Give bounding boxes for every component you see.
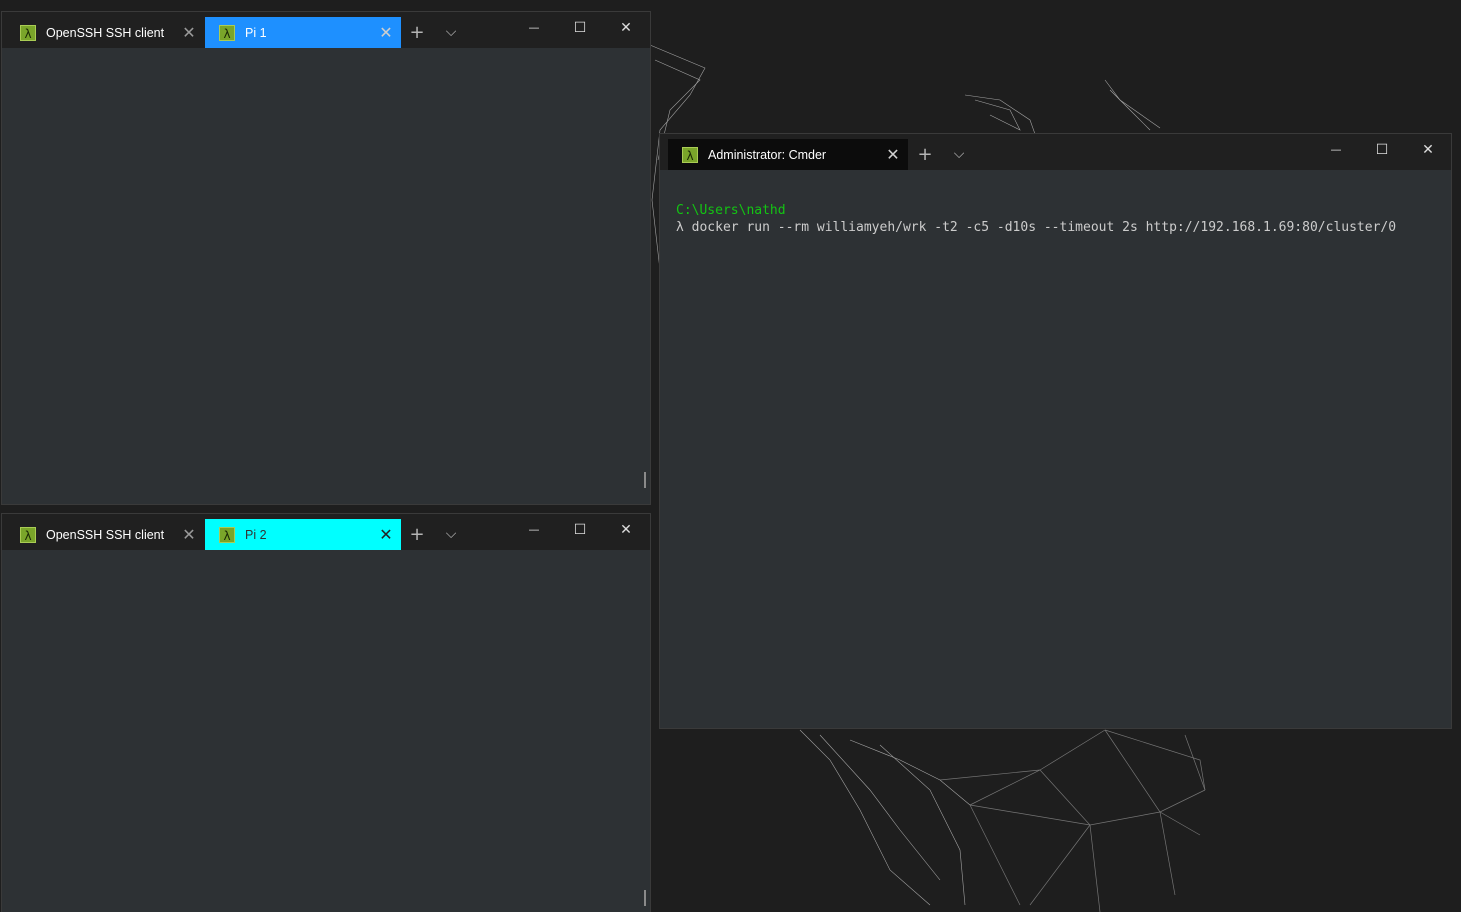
tab-pi1[interactable]: λ Pi 1 ✕ bbox=[205, 17, 401, 48]
tab-label: OpenSSH SSH client bbox=[46, 25, 165, 40]
tab-pi2[interactable]: λ Pi 2 ✕ bbox=[205, 519, 401, 550]
maximize-button[interactable]: ☐ bbox=[557, 12, 603, 44]
tab-label: Pi 1 bbox=[245, 25, 267, 40]
tab-openssh-client[interactable]: λ OpenSSH SSH client ✕ bbox=[6, 519, 204, 550]
scrollbar-thumb[interactable] bbox=[644, 890, 646, 906]
terminal-window-cmder[interactable]: λ Administrator: Cmder ✕ + ⌵ — ☐ ✕ C:\Us… bbox=[660, 134, 1451, 728]
tab-openssh-client[interactable]: λ OpenSSH SSH client ✕ bbox=[6, 17, 204, 48]
new-tab-button[interactable]: + bbox=[400, 519, 434, 550]
command-line: λ docker run --rm williamyeh/wrk -t2 -c5… bbox=[676, 220, 1397, 235]
close-tab-icon[interactable]: ✕ bbox=[174, 525, 204, 544]
window-close-button[interactable]: ✕ bbox=[1405, 134, 1451, 166]
maximize-button[interactable]: ☐ bbox=[1359, 134, 1405, 166]
title-bar[interactable]: λ OpenSSH SSH client ✕ λ Pi 2 ✕ + ⌵ — ☐ … bbox=[2, 514, 650, 550]
prompt-path: C:\Users\nathd bbox=[676, 203, 786, 218]
title-bar[interactable]: λ Administrator: Cmder ✕ + ⌵ — ☐ ✕ bbox=[660, 134, 1451, 170]
dropdown-chevron-icon[interactable]: ⌵ bbox=[434, 519, 468, 550]
tab-label: Administrator: Cmder bbox=[708, 147, 827, 162]
terminal-output[interactable]: C:\Users\nathd λ docker run --rm williamy… bbox=[676, 202, 1396, 236]
lambda-icon: λ bbox=[219, 24, 235, 41]
lambda-icon: λ bbox=[682, 146, 698, 163]
dropdown-chevron-icon[interactable]: ⌵ bbox=[942, 139, 976, 170]
lambda-icon: λ bbox=[219, 526, 235, 543]
scrollbar-thumb[interactable] bbox=[644, 472, 646, 488]
close-tab-icon[interactable]: ✕ bbox=[878, 145, 908, 164]
title-bar[interactable]: λ OpenSSH SSH client ✕ λ Pi 1 ✕ + ⌵ — ☐ … bbox=[2, 12, 650, 48]
maximize-button[interactable]: ☐ bbox=[557, 514, 603, 546]
minimize-button[interactable]: — bbox=[511, 514, 557, 546]
dropdown-chevron-icon[interactable]: ⌵ bbox=[434, 17, 468, 48]
new-tab-button[interactable]: + bbox=[400, 17, 434, 48]
new-tab-button[interactable]: + bbox=[908, 139, 942, 170]
terminal-window-pi1[interactable]: λ OpenSSH SSH client ✕ λ Pi 1 ✕ + ⌵ — ☐ … bbox=[2, 12, 650, 504]
tab-label: OpenSSH SSH client bbox=[46, 527, 165, 542]
tab-administrator-cmder[interactable]: λ Administrator: Cmder ✕ bbox=[668, 139, 908, 170]
window-close-button[interactable]: ✕ bbox=[603, 514, 649, 546]
minimize-button[interactable]: — bbox=[1313, 134, 1359, 166]
lambda-icon: λ bbox=[20, 24, 36, 41]
terminal-window-pi2[interactable]: λ OpenSSH SSH client ✕ λ Pi 2 ✕ + ⌵ — ☐ … bbox=[2, 514, 650, 912]
close-tab-icon[interactable]: ✕ bbox=[371, 525, 401, 544]
lambda-icon: λ bbox=[20, 526, 36, 543]
close-tab-icon[interactable]: ✕ bbox=[371, 23, 401, 42]
window-close-button[interactable]: ✕ bbox=[603, 12, 649, 44]
tab-label: Pi 2 bbox=[245, 527, 267, 542]
close-tab-icon[interactable]: ✕ bbox=[174, 23, 204, 42]
minimize-button[interactable]: — bbox=[511, 12, 557, 44]
